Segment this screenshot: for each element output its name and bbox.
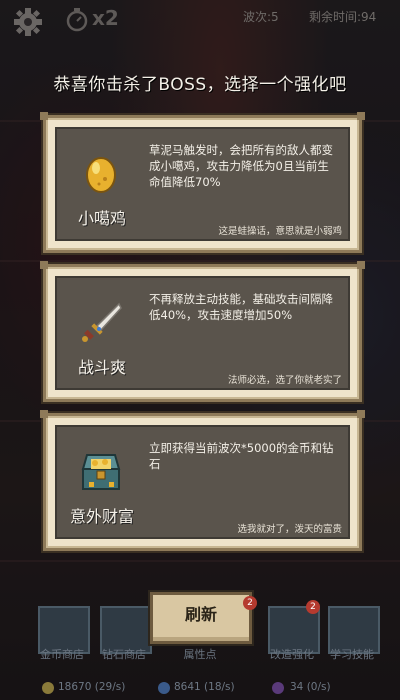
notification-badge: 2 (306, 600, 320, 614)
wave-counter: 波次:5 (243, 10, 279, 24)
stopwatch-icon[interactable] (64, 6, 90, 32)
card-panel: 战斗爽 不再释放主动技能，基础攻击间隔降低40%，攻击速度增加50% 法师必选，… (55, 276, 350, 390)
card-description: 立即获得当前波次*5000的金币和钻石 (149, 441, 334, 471)
card-footnote: 选我就对了，泼天的富贵 (237, 524, 342, 535)
shop-label: 钻石商店 (102, 648, 146, 661)
upgrade-card-chicken[interactable]: 小噶鸡 草泥马触发时，会把所有的敌人都变成小噶鸡，攻击力降低为0且当前生命值降低… (40, 112, 365, 253)
gear-icon[interactable] (12, 6, 44, 38)
third-resource-amount: 34 (0/s) (290, 681, 331, 693)
golden-egg-icon (86, 157, 116, 193)
card-title: 小噶鸡 (77, 209, 126, 228)
card-panel: 意外财富 立即获得当前波次*5000的金币和钻石 选我就对了，泼天的富贵 (55, 425, 350, 539)
treasure-chest-icon (81, 454, 121, 490)
card-title: 意外财富 (69, 507, 134, 526)
refresh-button[interactable]: 刷新 (150, 592, 252, 644)
card-description: 草泥马触发时，会把所有的敌人都变成小噶鸡，攻击力降低为0且当前生命值降低70% (149, 143, 333, 189)
diamond-amount: 8641 (18/s) (174, 681, 235, 693)
top-hud: x2 波次:5 剩余时间:94 (0, 0, 400, 36)
game-speed[interactable]: x2 (92, 6, 119, 30)
card-footnote: 法师必选，选了你就老实了 (227, 375, 342, 386)
resource-bar: 18670 (29/s) 8641 (18/s) 34 (0/s) (0, 676, 400, 700)
notification-badge: 2 (243, 596, 257, 610)
card-footnote: 这是蛙操话，意思就是小弱鸡 (218, 226, 342, 237)
gold-amount: 18670 (29/s) (58, 681, 126, 693)
diamond-icon (158, 682, 170, 694)
page-title: 恭喜你击杀了BOSS，选择一个强化吧 (53, 75, 347, 95)
shop-label: 改造强化 (270, 648, 314, 661)
gem-icon (272, 682, 284, 694)
shop-label: 属性点 (183, 648, 217, 661)
upgrade-card-battle[interactable]: 战斗爽 不再释放主动技能，基础攻击间隔降低40%，攻击速度增加50% 法师必选，… (40, 261, 365, 402)
card-panel: 小噶鸡 草泥马触发时，会把所有的敌人都变成小噶鸡，攻击力降低为0且当前生命值降低… (55, 127, 350, 241)
time-remaining: 剩余时间:94 (309, 10, 377, 24)
sword-icon (82, 302, 122, 342)
card-description: 不再释放主动技能，基础攻击间隔降低40%，攻击速度增加50% (149, 292, 333, 322)
shop-label: 学习技能 (330, 648, 374, 661)
gold-coin-icon (42, 682, 54, 694)
card-title: 战斗爽 (77, 358, 126, 377)
upgrade-card-fortune[interactable]: 意外财富 立即获得当前波次*5000的金币和钻石 选我就对了，泼天的富贵 (40, 410, 365, 551)
shop-label: 金币商店 (40, 648, 84, 661)
